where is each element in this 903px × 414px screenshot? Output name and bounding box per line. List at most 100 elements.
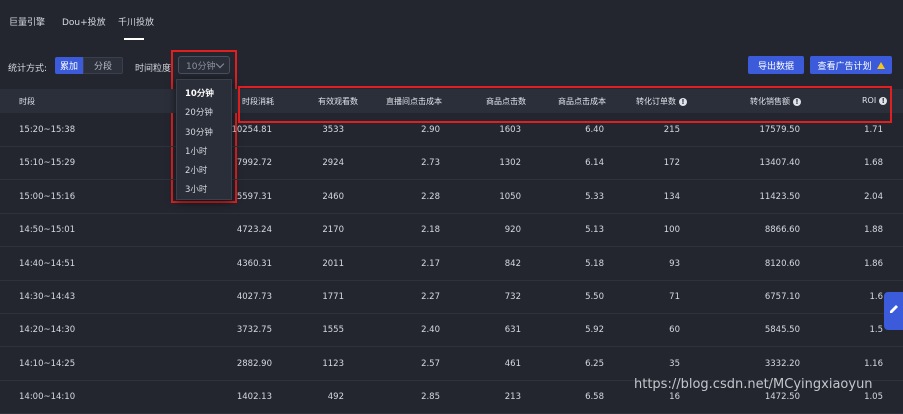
header-room-click-cost: 直播间点击成本 [386, 97, 442, 106]
cell-room-click-cost: 2.57 [421, 358, 440, 369]
table-row: 15:00~15:16 5597.31 2460 2.28 1050 5.33 134 114… [0, 180, 903, 214]
cell-room-click-cost: 2.17 [421, 258, 440, 269]
cell-product-click-cost: 5.18 [585, 258, 604, 269]
cell-conversion-sales: 5845.50 [764, 325, 800, 336]
cell-conversion-sales: 8866.60 [764, 225, 800, 236]
cell-room-click-cost: 2.73 [421, 158, 440, 169]
cell-product-click-cost: 6.40 [585, 125, 604, 135]
view-ad-plan-button[interactable]: 查看广告计划 [810, 56, 892, 74]
dropdown-option-2hour[interactable]: 2小时 [185, 164, 207, 176]
cell-product-clicks: 1050 [499, 191, 521, 202]
cell-valid-views: 1771 [322, 292, 344, 302]
cell-period: 14:20~14:30 [19, 325, 76, 336]
info-circle-icon[interactable]: ! [679, 97, 687, 106]
cell-roi: 1.5 [869, 325, 883, 336]
header-product-clicks: 商品点击数 [486, 97, 526, 106]
cell-period: 14:40~14:51 [19, 258, 76, 269]
table-row: 14:10~14:25 2882.90 1123 2.57 461 6.25 35 3332.… [0, 347, 903, 381]
cell-valid-views: 2011 [322, 258, 344, 269]
header-valid-views: 有效观看数 [318, 97, 358, 106]
cell-conversion-sales: 13407.40 [759, 158, 800, 169]
cell-conversion-sales: 3332.20 [764, 358, 800, 369]
cell-product-clicks: 732 [504, 292, 521, 302]
dropdown-option-1hour[interactable]: 1小时 [185, 145, 207, 157]
stat-method-label: 统计方式: [8, 64, 48, 74]
cell-product-clicks: 1302 [499, 158, 521, 169]
cell-product-click-cost: 6.58 [585, 392, 604, 403]
cell-room-click-cost: 2.90 [421, 125, 440, 135]
tab-dou-plus[interactable]: Dou+投放 [62, 15, 106, 28]
cell-roi: 1.6 [869, 292, 883, 302]
cell-valid-views: 1555 [322, 325, 344, 336]
export-data-label: 导出数据 [757, 61, 794, 72]
table-header: 时段 时段消耗 有效观看数 直播间点击成本 商品点击数 商品点击成本 转化订单数… [0, 89, 903, 113]
chevron-down-icon [215, 59, 225, 69]
cell-conversion-sales: 17579.50 [759, 125, 800, 135]
table-row: 15:10~15:29 7992.72 2924 2.73 1302 6.14 172 134… [0, 146, 903, 181]
cell-product-click-cost: 5.92 [585, 325, 604, 336]
cell-product-click-cost: 5.50 [585, 292, 604, 302]
granularity-select[interactable]: 10分钟 [178, 56, 230, 74]
cell-product-click-cost: 6.14 [585, 158, 604, 169]
cell-roi: 2.04 [864, 191, 883, 202]
granularity-dropdown-menu: 10分钟 20分钟 30分钟 1小时 2小时 3小时 [176, 79, 232, 200]
cell-period-cost: 4723.24 [236, 225, 272, 236]
header-conversion-sales-label: 转化销售额 [750, 97, 790, 106]
cell-period-cost: 1402.13 [236, 392, 272, 403]
cell-period: 14:00~14:10 [19, 392, 76, 403]
cell-product-clicks: 1603 [499, 125, 521, 135]
header-period-cost: 时段消耗 [242, 97, 274, 106]
header-roi-label: ROI [862, 96, 877, 105]
cell-conversion-orders: 134 [663, 191, 680, 202]
tab-juliang-engine[interactable]: 巨量引擎 [9, 15, 45, 28]
cell-conversion-sales: 8120.60 [764, 258, 800, 269]
cell-roi: 1.68 [864, 158, 883, 169]
floating-edit-button[interactable] [884, 292, 903, 330]
cell-period-cost: 7992.72 [236, 158, 272, 169]
header-roi: ROI! [862, 96, 888, 105]
cell-room-click-cost: 2.85 [421, 392, 440, 403]
cell-conversion-sales: 6757.10 [764, 292, 800, 302]
tab-qianchuan[interactable]: 千川投放 [118, 15, 154, 28]
cell-product-click-cost: 6.25 [585, 358, 604, 369]
cell-valid-views: 3533 [322, 125, 344, 135]
cell-conversion-orders: 100 [663, 225, 680, 236]
export-data-button[interactable]: 导出数据 [748, 56, 804, 74]
segment-toggle[interactable]: 分段 [83, 57, 123, 74]
info-circle-icon[interactable]: ! [793, 97, 801, 106]
cell-conversion-sales: 11423.50 [759, 191, 800, 202]
cell-valid-views: 2924 [322, 158, 344, 169]
cell-period: 14:30~14:43 [19, 292, 76, 302]
header-product-click-cost: 商品点击成本 [558, 97, 606, 106]
cell-period-cost: 4360.31 [236, 258, 272, 269]
cell-conversion-orders: 93 [669, 258, 680, 269]
cell-period-cost: 10254.81 [231, 125, 272, 135]
dropdown-option-20min[interactable]: 20分钟 [185, 106, 213, 118]
header-period: 时段 [19, 97, 35, 106]
cell-product-click-cost: 5.33 [585, 191, 604, 202]
cell-period-cost: 5597.31 [236, 191, 272, 202]
cell-valid-views: 2170 [322, 225, 344, 236]
table-row: 14:50~15:01 4723.24 2170 2.18 920 5.13 100 8866… [0, 213, 903, 248]
cell-roi: 1.71 [864, 125, 883, 135]
cell-roi: 1.88 [864, 225, 883, 236]
cell-roi: 1.05 [864, 392, 883, 403]
cell-room-click-cost: 2.40 [421, 325, 440, 336]
header-conversion-sales: 转化销售额! [750, 96, 801, 107]
info-circle-icon[interactable]: ! [879, 96, 888, 105]
granularity-label: 时间粒度 [135, 64, 172, 74]
dropdown-option-10min[interactable]: 10分钟 [185, 87, 214, 99]
dropdown-option-3hour[interactable]: 3小时 [185, 183, 207, 195]
table-row: 14:30~14:43 4027.73 1771 2.27 732 5.50 71 6757.… [0, 280, 903, 314]
cell-conversion-orders: 71 [669, 292, 680, 302]
cell-product-click-cost: 5.13 [585, 225, 604, 236]
cumulative-toggle[interactable]: 累加 [55, 57, 83, 74]
cell-room-click-cost: 2.28 [421, 191, 440, 202]
cell-period: 14:10~14:25 [19, 358, 76, 369]
warning-triangle-icon [876, 61, 885, 69]
cell-valid-views: 492 [327, 392, 344, 403]
cell-conversion-orders: 60 [669, 325, 680, 336]
top-tab-bar: 巨量引擎 Dou+投放 千川投放 [0, 0, 903, 44]
header-conversion-orders: 转化订单数! [636, 96, 687, 107]
dropdown-option-30min[interactable]: 30分钟 [185, 126, 213, 138]
